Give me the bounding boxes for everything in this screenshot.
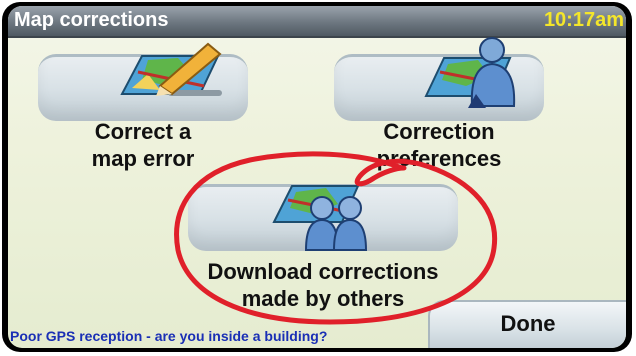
title-bar: Map corrections 10:17am bbox=[8, 6, 626, 38]
map-people-icon bbox=[272, 185, 368, 251]
map-pencil-icon bbox=[120, 42, 222, 96]
clock: 10:17am bbox=[543, 9, 624, 31]
page-title: Map corrections bbox=[14, 9, 169, 31]
map-person-icon bbox=[424, 37, 516, 108]
device-frame: Map corrections 10:17am Correct a map er… bbox=[2, 2, 632, 352]
correction-preferences-label: Correction preferences bbox=[376, 119, 502, 171]
correct-map-error-label: Correct a map error bbox=[91, 119, 195, 171]
screen: Map corrections 10:17am Correct a map er… bbox=[8, 6, 626, 348]
done-button[interactable]: Done bbox=[428, 300, 626, 348]
gps-status-message: Poor GPS reception - are you inside a bu… bbox=[10, 328, 328, 344]
